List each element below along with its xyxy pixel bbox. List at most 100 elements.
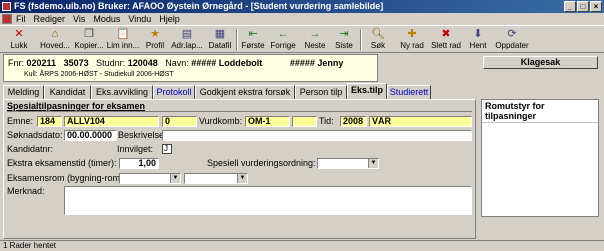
status-bar: 1 Rader hentet: [0, 240, 604, 251]
lim-inn-button[interactable]: 📋 Lim inn...: [106, 27, 140, 53]
tab-protokoll[interactable]: Protokoll: [153, 85, 195, 99]
innvilget-checkbox[interactable]: J: [162, 144, 172, 154]
soknadsdato-field[interactable]: 00.00.0000: [64, 130, 117, 141]
forrige-button[interactable]: ← Forrige: [268, 27, 298, 53]
beskrivelse-label: Beskrivelse:: [118, 130, 167, 140]
menu-rediger[interactable]: Rediger: [34, 13, 66, 25]
student-info-panel: Fnr: 020211 35073 Studnr: 120048 Navn: #…: [3, 54, 378, 82]
copy-icon: ❐: [84, 28, 94, 40]
paste-icon: 📋: [116, 28, 130, 40]
tab-godkjent-ekstra-forsok[interactable]: Godkjent ekstra forsøk: [195, 85, 295, 99]
vurdkomb-field[interactable]: OM-1: [245, 116, 290, 127]
tid-aar-field[interactable]: 2008: [340, 116, 367, 127]
merknad-textarea[interactable]: [64, 186, 472, 215]
romutstyr-panel: Romutstyr for tilpasninger: [481, 99, 599, 217]
chevron-down-icon[interactable]: ▼: [237, 174, 247, 183]
forste-button[interactable]: ⇤ Første: [240, 27, 266, 53]
sok-button[interactable]: 🔍︎ Søk: [366, 27, 390, 53]
datafil-button[interactable]: ▦ Datafil: [206, 27, 234, 53]
toolbar-separator: [236, 29, 238, 51]
section-divider: [7, 111, 472, 112]
spesiell-vurdering-label: Spesiell vurderingsordning:: [207, 158, 316, 168]
section-title: Spesialtilpasninger for eksamen: [7, 101, 146, 111]
app-icon: [2, 2, 11, 11]
emne-inst-field[interactable]: 184: [37, 116, 62, 127]
next-icon: →: [309, 28, 321, 40]
menu-fil[interactable]: Fil: [16, 13, 26, 25]
delete-row-icon: ✖: [441, 28, 451, 40]
window-title-bar: FS (fsdemo.uib.no) Bruker: AFAOO Øystein…: [0, 0, 604, 13]
tab-studierett[interactable]: Studierett: [387, 85, 431, 99]
menu-modus[interactable]: Modus: [93, 13, 120, 25]
bygning-dropdown[interactable]: ▼: [119, 173, 181, 184]
tab-person-tilp[interactable]: Person tilp: [295, 85, 347, 99]
klagesak-button[interactable]: Klagesak: [483, 56, 598, 69]
fnr-value: 020211: [26, 58, 57, 68]
ekstratid-label: Ekstra eksamenstid (timer):: [7, 158, 117, 168]
eksamensrom-label: Eksamensrom (bygning-rom):: [7, 173, 126, 183]
previous-icon: ←: [277, 28, 289, 40]
lukk-button[interactable]: ✕ Lukk: [4, 27, 34, 53]
vurdkomb-extra-field[interactable]: [292, 116, 317, 127]
emne-versjon-field[interactable]: 0: [162, 116, 197, 127]
spesiell-vurdering-dropdown[interactable]: ▼: [317, 158, 379, 169]
chevron-down-icon[interactable]: ▼: [170, 174, 180, 183]
maximize-button[interactable]: □: [577, 1, 589, 12]
adr-lapp-button[interactable]: ▤ Adr.lap...: [170, 27, 204, 53]
profile-icon: ★: [150, 28, 160, 40]
tab-kandidat[interactable]: Kandidat: [44, 85, 91, 99]
datafile-icon: ▦: [214, 28, 226, 40]
kopier-button[interactable]: ❐ Kopier...: [74, 27, 104, 53]
siste-button[interactable]: ⇥ Siste: [332, 27, 356, 53]
etternavn-value: ##### Loddebolt: [191, 58, 263, 68]
address-label-icon: ▤: [181, 28, 193, 40]
tab-eks-tilp[interactable]: Eks.tilp: [347, 83, 387, 99]
emne-label: Emne:: [7, 116, 34, 126]
menu-hjelp[interactable]: Hjelp: [159, 13, 180, 25]
fetch-icon: ⬇: [473, 28, 483, 40]
window-title: FS (fsdemo.uib.no) Bruker: AFAOO Øystein…: [14, 1, 384, 11]
new-row-icon: ✚: [407, 28, 417, 40]
ekstratid-field[interactable]: 1,00: [119, 158, 159, 169]
profil-button[interactable]: ★ Profil: [143, 27, 167, 53]
first-icon: ⇤: [248, 28, 258, 40]
close-window-button[interactable]: ×: [590, 1, 602, 12]
close-icon: ✕: [14, 28, 24, 40]
vurdkomb-label: Vurdkomb:: [199, 116, 243, 126]
menu-bar: Fil Rediger Vis Modus Vindu Hjelp: [0, 13, 604, 25]
kandidatnr-label: Kandidatnr:: [7, 144, 54, 154]
last-icon: ⇥: [339, 28, 349, 40]
menu-vis[interactable]: Vis: [73, 13, 85, 25]
tab-eks-avvikling[interactable]: Eks.avvikling: [91, 85, 153, 99]
fornavn-value: ##### Jenny: [289, 58, 344, 68]
emne-kode-field[interactable]: ALLV104: [64, 116, 159, 127]
soknadsdato-label: Søknadsdato:: [7, 130, 63, 140]
tid-termin-field[interactable]: VÅR: [369, 116, 472, 127]
chevron-down-icon[interactable]: ▼: [368, 159, 378, 168]
tab-melding[interactable]: Melding: [3, 85, 44, 99]
toolbar: ✕ Lukk ⌂ Hoved... ❐ Kopier... 📋 Lim inn... ★…: [0, 25, 604, 53]
romutstyr-title: Romutstyr for tilpasninger: [482, 100, 598, 123]
kull-info: Kull: ÅRPS 2006-HØST - Studiekull 2006-H…: [24, 71, 174, 78]
tid-label: Tid:: [319, 116, 334, 126]
home-icon: ⌂: [51, 28, 59, 40]
studnr-value: 120048: [127, 58, 158, 68]
fnr2-value: 35073: [63, 58, 89, 68]
ny-rad-button[interactable]: ✚ Ny rad: [397, 27, 427, 53]
merknad-label: Merknad:: [7, 186, 45, 196]
document-menu-icon[interactable]: [2, 14, 12, 24]
rom-dropdown[interactable]: ▼: [184, 173, 248, 184]
neste-button[interactable]: → Neste: [302, 27, 328, 53]
oppdater-button[interactable]: ⟳ Oppdater: [493, 27, 531, 53]
beskrivelse-field[interactable]: [162, 130, 472, 141]
hovedmeny-button[interactable]: ⌂ Hoved...: [38, 27, 72, 53]
search-icon: 🔍︎: [371, 28, 385, 40]
slett-rad-button[interactable]: ✖ Slett rad: [430, 27, 462, 53]
minimize-button[interactable]: _: [564, 1, 576, 12]
hent-button[interactable]: ⬇ Hent: [467, 27, 489, 53]
toolbar-separator: [360, 29, 362, 51]
student-info-line: Fnr: 020211 35073 Studnr: 120048 Navn: #…: [8, 58, 344, 68]
exam-adaptation-panel: Spesialtilpasninger for eksamen Emne: 18…: [3, 99, 476, 239]
update-icon: ⟳: [507, 28, 517, 40]
menu-vindu[interactable]: Vindu: [128, 13, 151, 25]
